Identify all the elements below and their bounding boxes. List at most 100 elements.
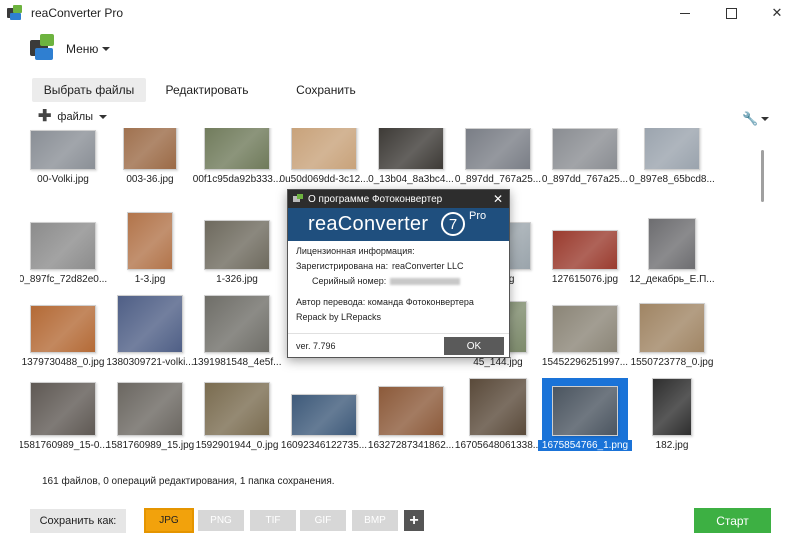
translation-credit: Автор перевода: команда Фотоконвертера <box>296 297 474 307</box>
file-tile[interactable]: 1-326.jpg <box>194 206 280 292</box>
file-tile[interactable]: 1581760989_15.jpg <box>106 372 194 458</box>
registered-label: Зарегистрирована на: <box>296 261 389 271</box>
ok-button[interactable]: OK <box>444 337 504 355</box>
file-tile[interactable]: 0_897dd_767a25... <box>455 128 541 192</box>
license-heading: Лицензионная информация: <box>296 246 415 256</box>
file-tile[interactable]: 0u50d069dd-3c12... <box>280 128 368 192</box>
file-tile[interactable]: 003-36.jpg <box>107 128 193 192</box>
version-badge: 7 <box>441 212 465 236</box>
file-tile[interactable]: 182.jpg <box>629 372 715 458</box>
file-thumbnail <box>652 378 692 436</box>
tab-edit[interactable]: Редактировать <box>158 78 256 102</box>
file-thumbnail <box>123 128 177 170</box>
file-tile[interactable]: 16327287341862... <box>368 372 454 458</box>
file-tile[interactable]: 1-3.jpg <box>107 206 193 292</box>
file-name: 0_897dd_767a25... <box>541 174 629 185</box>
format-gif-button[interactable]: GIF <box>300 510 346 531</box>
file-tile[interactable]: 16092346122735... <box>281 372 367 458</box>
file-name: 1379730488_0.jpg <box>21 357 105 368</box>
file-thumbnail <box>117 295 183 353</box>
file-tile[interactable]: 1581760989_15-0... <box>20 372 108 458</box>
save-as-button[interactable]: Сохранить как: <box>30 509 126 533</box>
file-name: 1675854766_1.png <box>538 440 632 451</box>
dialog-body: Лицензионная информация: Зарегистрирован… <box>288 241 509 357</box>
file-thumbnail <box>30 382 96 436</box>
file-thumbnail <box>465 128 531 170</box>
dialog-title-bar: О программе Фотоконвертер ✕ <box>288 190 509 208</box>
file-name: 16705648061338... <box>454 440 542 451</box>
start-button[interactable]: Старт <box>694 508 771 533</box>
file-thumbnail <box>127 212 173 270</box>
file-tile[interactable]: 1675854766_1.png <box>538 372 632 458</box>
file-name: 15452296251997... <box>541 357 629 368</box>
menu-label: Меню <box>66 42 99 56</box>
file-name: 1-326.jpg <box>216 274 258 285</box>
chevron-down-icon <box>102 47 111 51</box>
registered-to: reaConverter LLC <box>392 261 464 271</box>
file-tile[interactable]: 0_897dd_767a25... <box>542 128 628 192</box>
file-name: 0_897dd_767a25... <box>454 174 542 185</box>
file-thumbnail <box>204 220 270 270</box>
file-thumbnail <box>30 305 96 353</box>
plus-icon: ✚ <box>38 108 52 125</box>
tab-select-files[interactable]: Выбрать файлы <box>32 78 146 102</box>
scrollbar[interactable] <box>761 150 764 202</box>
wrench-icon: 🔧 <box>742 111 759 126</box>
file-tile[interactable]: 1550723778_0.jpg <box>629 289 715 375</box>
file-tile[interactable]: 0_13b04_8a3bc4... <box>368 128 454 192</box>
repack-credit: Repack by LRepacks <box>296 312 382 322</box>
minimize-button[interactable] <box>662 0 708 26</box>
main-menu-button[interactable]: Меню <box>66 42 111 56</box>
file-tile[interactable]: 0_897fc_72d82e0... <box>20 206 107 292</box>
file-thumbnail <box>204 128 270 170</box>
dialog-banner: reaConverter 7 Pro <box>288 208 509 241</box>
file-tile[interactable]: 1592901944_0.jpg <box>194 372 280 458</box>
file-tile[interactable]: 1379730488_0.jpg <box>20 289 106 375</box>
file-tile[interactable]: 15452296251997... <box>542 289 628 375</box>
file-thumbnail <box>644 128 700 170</box>
close-button[interactable]: ✕ <box>754 0 800 26</box>
format-bmp-button[interactable]: BMP <box>352 510 398 531</box>
file-name: 16092346122735... <box>280 440 368 451</box>
file-thumbnail <box>117 382 183 436</box>
close-icon[interactable]: ✕ <box>493 192 503 206</box>
format-jpg-button[interactable]: JPG <box>144 508 194 533</box>
settings-menu-button[interactable]: 🔧 <box>742 111 770 127</box>
file-name: 0_897e8_65bcd8... <box>629 174 715 185</box>
file-thumbnail <box>552 128 618 170</box>
format-tif-button[interactable]: TIF <box>250 510 296 531</box>
add-files-button[interactable]: ✚ файлы <box>38 108 108 125</box>
file-tile[interactable]: 00-Volki.jpg <box>20 128 106 192</box>
file-thumbnail <box>639 303 705 353</box>
app-icon <box>7 5 23 21</box>
file-thumbnail <box>378 386 444 436</box>
file-thumbnail <box>291 394 357 436</box>
add-format-button[interactable]: + <box>404 510 424 531</box>
file-tile[interactable]: 0_897e8_65bcd8... <box>629 128 715 192</box>
format-png-button[interactable]: PNG <box>198 510 244 531</box>
serial-number-redacted <box>390 278 461 286</box>
file-name: 00f1c95da92b333... <box>192 174 282 185</box>
file-name: 12_декабрь_Е.П... <box>629 274 715 285</box>
file-thumbnail <box>552 230 618 270</box>
file-thumbnail <box>204 295 270 353</box>
file-tile[interactable]: 16705648061338... <box>455 372 541 458</box>
file-tile[interactable]: 1391981548_4e5f... <box>193 289 281 375</box>
file-thumbnail <box>378 128 444 170</box>
window-title: reaConverter Pro <box>31 6 124 20</box>
file-tile[interactable]: 1380309721-volki... <box>106 289 194 375</box>
file-tile[interactable]: 00f1c95da92b333... <box>193 128 281 192</box>
dialog-title: О программе Фотоконвертер <box>308 193 443 205</box>
maximize-button[interactable] <box>708 0 754 26</box>
tab-save[interactable]: Сохранить <box>270 78 382 102</box>
file-thumbnail <box>30 222 96 270</box>
file-name: 16327287341862... <box>367 440 455 451</box>
files-label: файлы <box>57 111 94 123</box>
file-name: 1391981548_4e5f... <box>192 357 282 368</box>
version-text: ver. 7.796 <box>296 341 336 351</box>
file-name: 0u50d069dd-3c12... <box>279 174 369 185</box>
file-tile[interactable]: 12_декабрь_Е.П... <box>629 206 715 292</box>
file-name: 182.jpg <box>655 440 689 451</box>
file-thumbnail <box>552 305 618 353</box>
file-tile[interactable]: 127615076.jpg <box>542 206 628 292</box>
